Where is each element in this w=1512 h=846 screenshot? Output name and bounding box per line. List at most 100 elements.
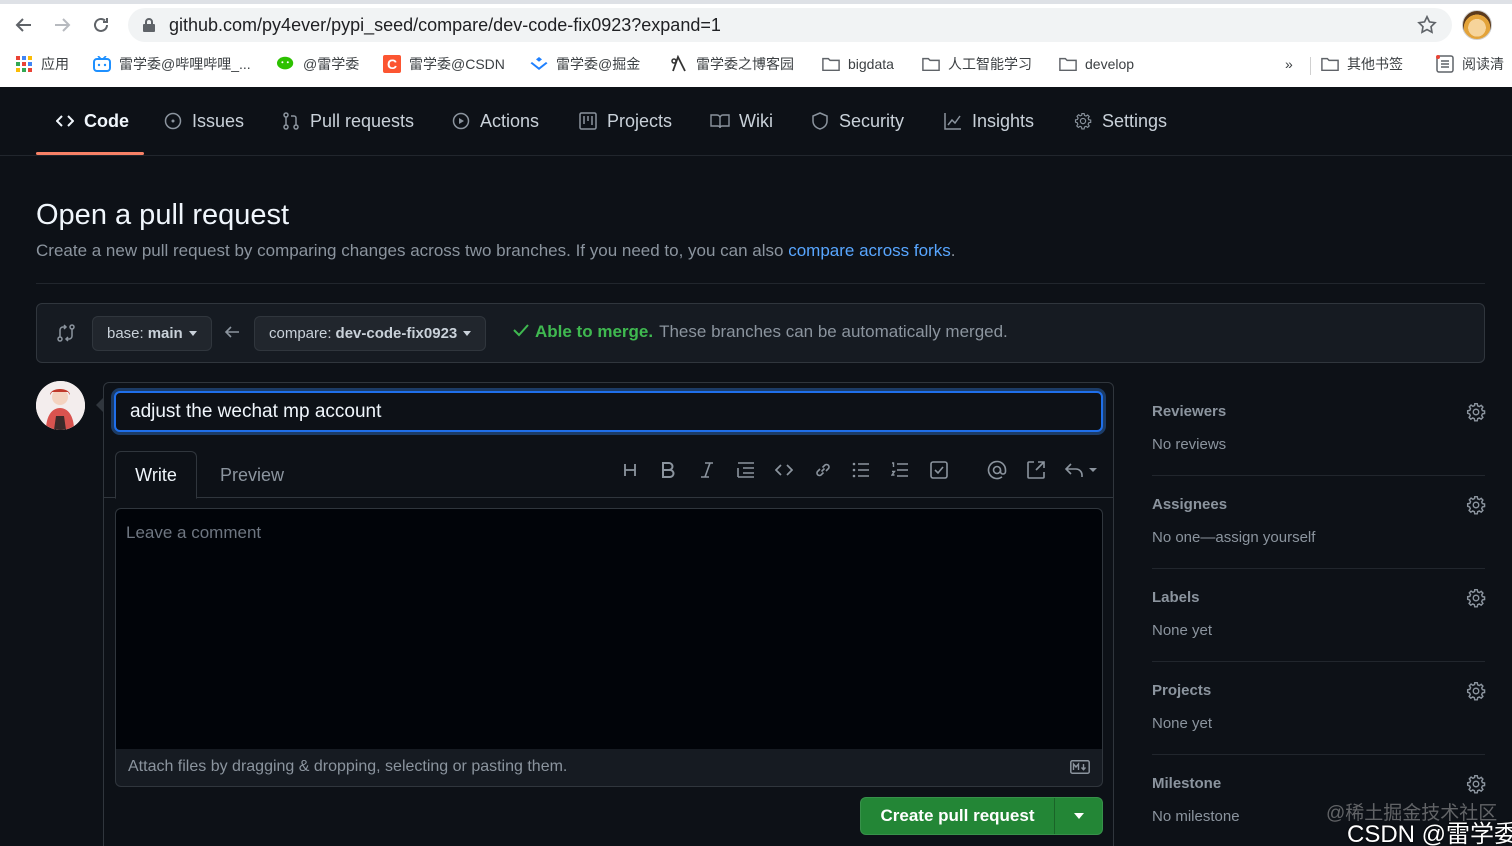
lock-icon [142, 17, 156, 38]
reload-button[interactable] [88, 12, 114, 38]
reading-list-label: 阅读清 [1462, 56, 1504, 72]
task-list-icon[interactable] [928, 459, 950, 481]
tab-projects[interactable]: Projects [578, 87, 672, 155]
comment-textarea[interactable] [115, 508, 1103, 750]
bookmark-apps[interactable]: 应用 [15, 53, 69, 75]
issue-circle-icon [163, 111, 183, 131]
sidebar-divider [1152, 754, 1485, 755]
sidebar-divider [1152, 661, 1485, 662]
bookmark-label: develop [1085, 56, 1135, 72]
reading-list-icon [1436, 55, 1454, 73]
gear-icon[interactable] [1466, 402, 1486, 427]
merge-status-text: These branches can be automatically merg… [659, 322, 1008, 341]
bookmark-folder-bigdata[interactable]: bigdata [822, 53, 894, 75]
bookmark-cnblogs[interactable]: 雷学委之博客园 [670, 53, 794, 75]
sidebar-value: No milestone [1152, 808, 1240, 825]
base-branch-select[interactable]: base: main [92, 316, 212, 351]
address-bar[interactable]: github.com/py4ever/pypi_seed/compare/dev… [128, 8, 1452, 42]
tab-issues[interactable]: Issues [163, 87, 244, 155]
tab-label: Settings [1102, 110, 1168, 131]
merge-ok-text: Able to merge. [535, 322, 654, 341]
divider [36, 283, 1485, 284]
repo-nav: Code Issues Pull requests Actions Projec… [0, 87, 1512, 156]
attach-text: Attach files by dragging & dropping, sel… [128, 758, 568, 775]
sidebar-labels: Labels None yet [1152, 588, 1486, 662]
active-tab-underline [36, 152, 144, 155]
url-text[interactable]: github.com/py4ever/pypi_seed/compare/dev… [169, 15, 721, 36]
arrow-right-icon [55, 18, 71, 32]
italic-icon[interactable] [696, 459, 718, 481]
code-icon[interactable] [773, 459, 795, 481]
bookmark-label: 雷学委@哔哩哔哩_... [119, 56, 251, 72]
tab-insights[interactable]: Insights [943, 87, 1034, 155]
tab-label: Wiki [739, 110, 773, 131]
tab-write[interactable]: Write [115, 451, 197, 499]
file-attachment-bar[interactable]: Attach files by dragging & dropping, sel… [115, 749, 1103, 787]
quote-icon[interactable] [735, 459, 757, 481]
bookmarks-overflow-button[interactable]: » [1285, 53, 1293, 75]
sidebar-value: None yet [1152, 622, 1213, 639]
pr-title-input[interactable] [114, 391, 1103, 432]
avatar[interactable] [36, 381, 85, 430]
gear-icon[interactable] [1466, 588, 1486, 613]
wechat-icon [277, 55, 295, 73]
reading-list[interactable]: 阅读清 [1436, 53, 1504, 75]
other-bookmarks[interactable]: 其他书签 [1321, 53, 1403, 75]
bookmark-star-icon[interactable] [1416, 14, 1438, 41]
base-branch-name: main [147, 325, 183, 342]
folder-icon [822, 55, 840, 73]
tab-preview[interactable]: Preview [200, 451, 304, 499]
sidebar-value[interactable]: No one—assign yourself [1152, 529, 1315, 546]
tab-code[interactable]: Code [55, 87, 129, 155]
forward-button[interactable] [49, 12, 75, 38]
gear-icon[interactable] [1466, 495, 1486, 520]
reply-icon[interactable] [1064, 459, 1100, 481]
bilibili-icon [93, 55, 111, 73]
sidebar-divider [1152, 475, 1485, 476]
sidebar-heading: Reviewers [1152, 403, 1227, 420]
bookmark-csdn[interactable]: C 雷学委@CSDN [383, 53, 505, 75]
bookmark-label: 应用 [41, 56, 69, 72]
base-label: base: [107, 325, 144, 342]
tab-actions[interactable]: Actions [451, 87, 539, 155]
bold-icon[interactable] [657, 459, 679, 481]
gear-icon[interactable] [1466, 774, 1486, 799]
sidebar-heading: Labels [1152, 589, 1200, 606]
caret-down-icon [463, 331, 472, 336]
bookmark-bilibili[interactable]: 雷学委@哔哩哔哩_... [93, 53, 251, 75]
reload-icon [94, 17, 108, 32]
cross-reference-icon[interactable] [1025, 459, 1047, 481]
shield-icon [810, 111, 830, 131]
markdown-icon[interactable] [1070, 760, 1090, 779]
tab-wiki[interactable]: Wiki [710, 87, 773, 155]
heading-icon[interactable] [619, 459, 641, 481]
sidebar-projects: Projects None yet [1152, 681, 1486, 755]
pull-request-icon [281, 111, 301, 131]
bookmark-label: 雷学委之博客园 [696, 56, 794, 72]
create-pull-request-button[interactable]: Create pull request [860, 797, 1103, 835]
sidebar-assignees: Assignees No one—assign yourself [1152, 495, 1486, 569]
bookmark-wechat[interactable]: @雷学委 [277, 53, 359, 75]
code-icon [55, 111, 75, 131]
bookmark-juejin[interactable]: 雷学委@掘金 [530, 53, 640, 75]
bookmarks-divider [1310, 57, 1311, 75]
bulleted-list-icon[interactable] [850, 459, 872, 481]
profile-avatar[interactable] [1462, 10, 1492, 40]
bookmark-folder-develop[interactable]: develop [1059, 53, 1134, 75]
numbered-list-icon[interactable] [889, 459, 911, 481]
bookmark-folder-ai[interactable]: 人工智能学习 [922, 53, 1032, 75]
folder-icon [922, 55, 940, 73]
link-icon[interactable] [812, 459, 834, 481]
gear-icon[interactable] [1466, 681, 1486, 706]
back-button[interactable] [11, 12, 37, 38]
tab-security[interactable]: Security [810, 87, 904, 155]
tab-pull-requests[interactable]: Pull requests [281, 87, 414, 155]
sidebar-value: None yet [1152, 715, 1213, 732]
tab-settings[interactable]: Settings [1073, 87, 1167, 155]
juejin-icon [530, 55, 548, 73]
mention-icon[interactable] [986, 459, 1008, 481]
create-pr-options-caret-icon[interactable] [1055, 813, 1102, 819]
compare-branch-select[interactable]: compare: dev-code-fix0923 [254, 316, 487, 351]
compare-across-forks-link[interactable]: compare across forks [788, 241, 951, 260]
sidebar-heading: Milestone [1152, 775, 1222, 792]
